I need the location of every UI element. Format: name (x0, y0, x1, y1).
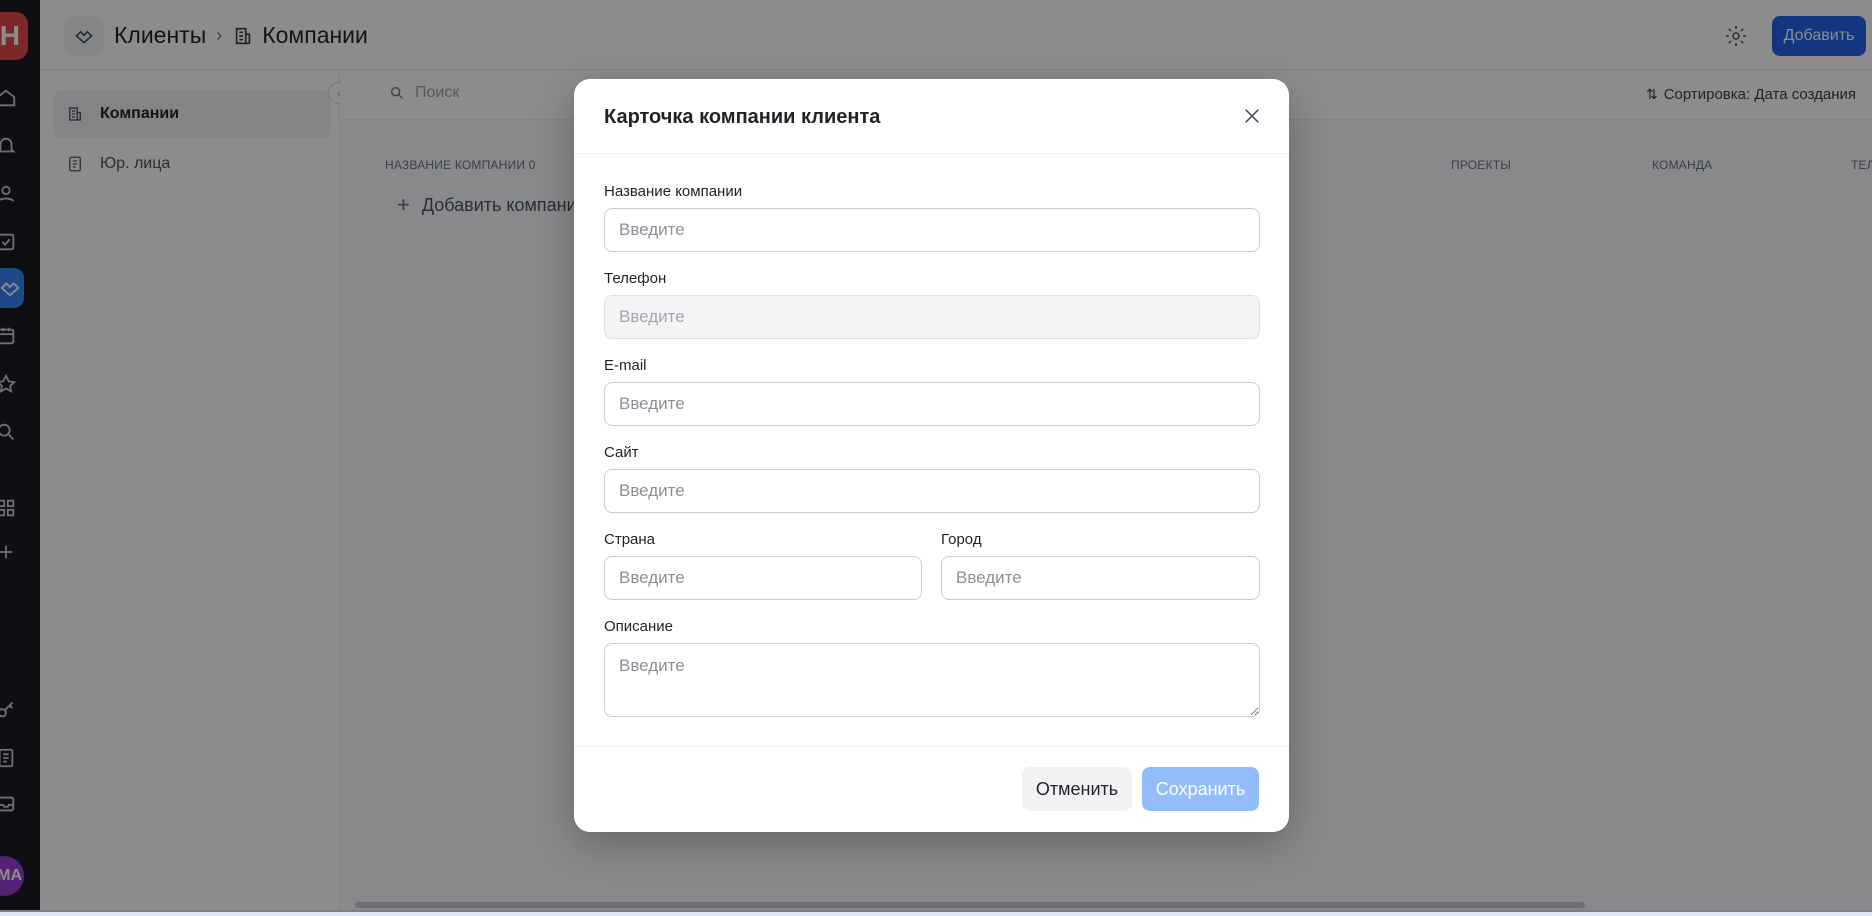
description-field[interactable] (604, 643, 1260, 717)
site-field[interactable] (604, 469, 1260, 513)
phone-label: Телефон (604, 270, 667, 287)
phone-field (604, 295, 1260, 339)
site-label: Сайт (604, 444, 639, 461)
modal-footer: Отменить Сохранить (574, 746, 1289, 832)
country-label: Страна (604, 531, 656, 548)
modal-header: Карточка компании клиента (574, 79, 1289, 154)
city-label: Город (941, 531, 982, 548)
company-card-modal: Карточка компании клиента Название компа… (574, 79, 1289, 832)
city-field[interactable] (941, 556, 1260, 600)
company-name-label: Название компании (604, 183, 743, 200)
save-button[interactable]: Сохранить (1142, 767, 1259, 811)
modal-title: Карточка компании клиента (604, 106, 881, 128)
company-name-field[interactable] (604, 208, 1260, 252)
country-field[interactable] (604, 556, 922, 600)
cancel-button[interactable]: Отменить (1022, 767, 1132, 811)
email-field[interactable] (604, 382, 1260, 426)
description-label: Описание (604, 618, 674, 635)
close-icon[interactable] (1241, 105, 1263, 127)
email-label: E-mail (604, 357, 647, 374)
